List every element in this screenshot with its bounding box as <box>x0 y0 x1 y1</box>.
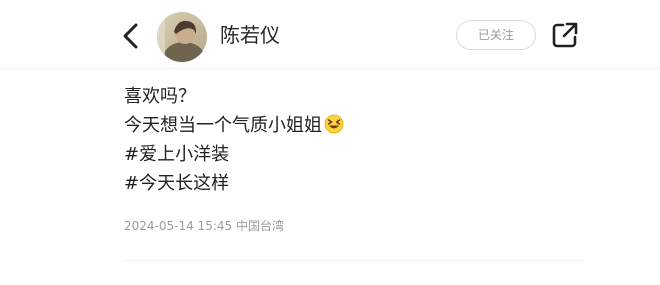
username[interactable]: 陈若仪 <box>220 22 280 48</box>
post-location: 中国台湾 <box>235 219 284 233</box>
post-body: 喜欢吗？ 今天想当一个气质小姐姐 #爱上小洋装 #今天长这样 <box>124 82 594 198</box>
top-bar: 陈若仪 已关注 <box>0 0 660 70</box>
following-button[interactable]: 已关注 <box>456 20 536 50</box>
header-divider <box>0 68 660 69</box>
avatar-image <box>157 12 207 62</box>
hashtag-link[interactable]: #爱上小洋装 <box>124 140 594 169</box>
laughing-squint-emoji-icon <box>324 114 344 134</box>
post-text-line-2: 今天想当一个气质小姐姐 <box>124 111 594 140</box>
avatar[interactable] <box>157 12 207 62</box>
post-timestamp: 2024-05-14 15:45 <box>124 219 233 233</box>
share-icon <box>552 22 578 48</box>
post-text-line-2-content: 今天想当一个气质小姐姐 <box>124 115 322 136</box>
post-text-line-1: 喜欢吗？ <box>124 86 196 107</box>
post-divider <box>124 260 584 261</box>
hashtag-link[interactable]: #今天长这样 <box>124 169 594 198</box>
chevron-left-icon <box>123 23 138 49</box>
back-button[interactable] <box>118 20 146 52</box>
share-button[interactable] <box>550 20 580 50</box>
post-meta: 2024-05-14 15:45 中国台湾 <box>124 217 284 235</box>
